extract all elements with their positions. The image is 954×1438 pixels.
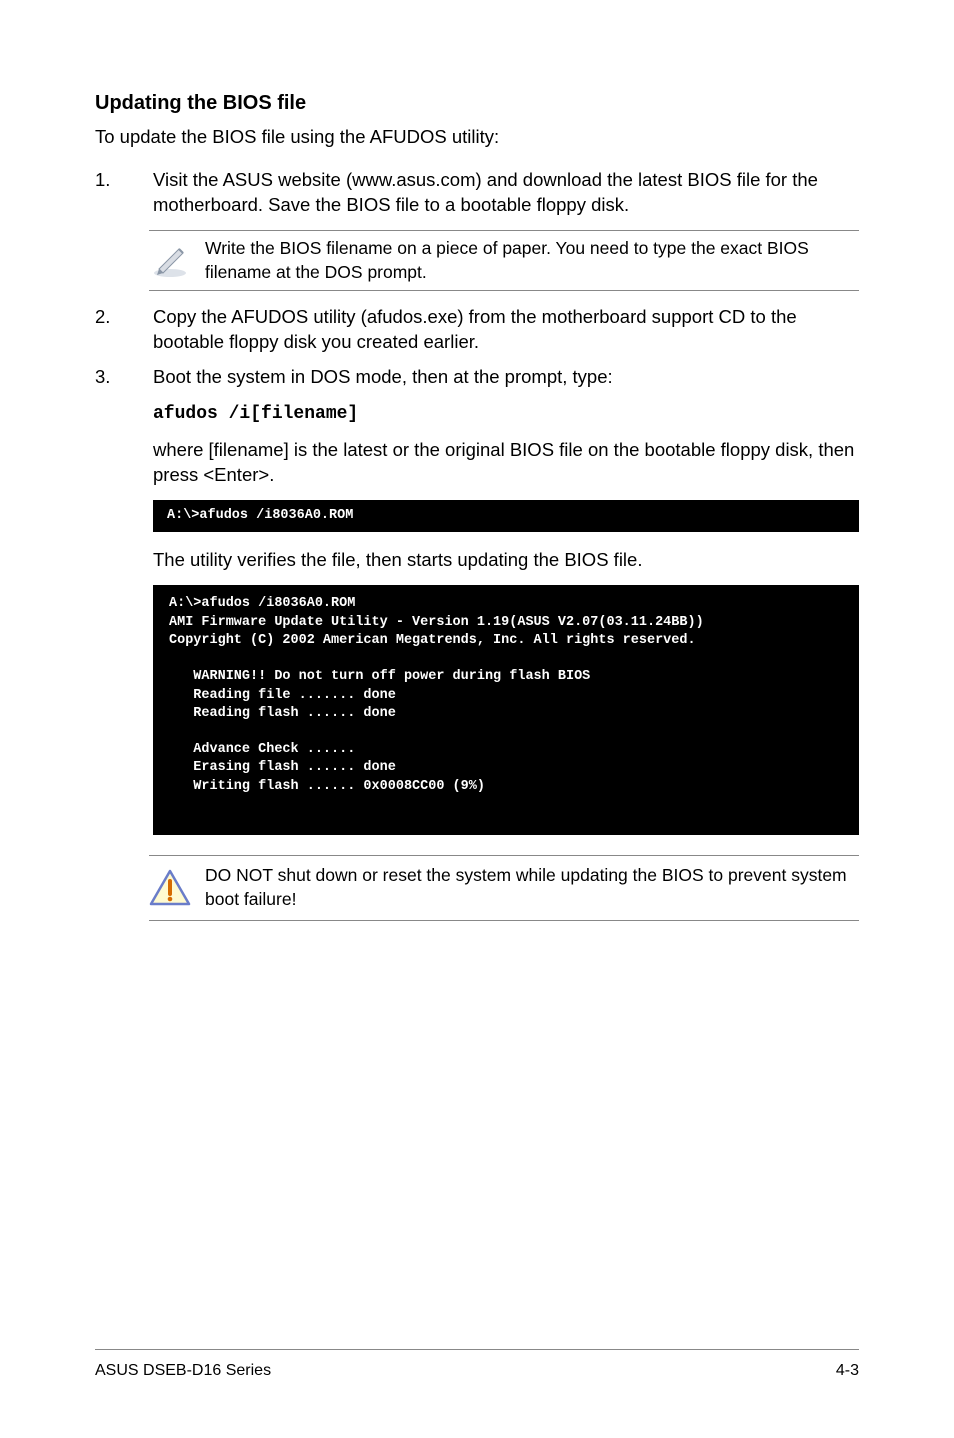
page-footer: ASUS DSEB-D16 Series 4-3 (95, 1349, 859, 1382)
warning-text: DO NOT shut down or reset the system whi… (205, 864, 859, 911)
terminal-output-small: A:\>afudos /i8036A0.ROM (153, 500, 859, 532)
where-text: where [filename] is the latest or the or… (153, 438, 859, 488)
step-1: 1. Visit the ASUS website (www.asus.com)… (95, 168, 859, 218)
step-2-text: Copy the AFUDOS utility (afudos.exe) fro… (153, 305, 859, 355)
command-line: afudos /i[filename] (153, 404, 358, 424)
step-2-number: 2. (95, 305, 153, 355)
step-3-number: 3. (95, 365, 153, 390)
footer-product: ASUS DSEB-D16 Series (95, 1360, 271, 1382)
verify-text: The utility verifies the file, then star… (153, 548, 859, 573)
terminal-output-large: A:\>afudos /i8036A0.ROM AMI Firmware Upd… (153, 585, 859, 835)
footer-page-number: 4-3 (836, 1360, 859, 1382)
note-box: Write the BIOS filename on a piece of pa… (149, 230, 859, 291)
intro-text: To update the BIOS file using the AFUDOS… (95, 125, 859, 150)
step-3-text: Boot the system in DOS mode, then at the… (153, 365, 859, 390)
section-heading: Updating the BIOS file (95, 90, 859, 117)
step-2: 2. Copy the AFUDOS utility (afudos.exe) … (95, 305, 859, 355)
step-3: 3. Boot the system in DOS mode, then at … (95, 365, 859, 390)
step-1-text: Visit the ASUS website (www.asus.com) an… (153, 168, 859, 218)
steps-list-cont: 2. Copy the AFUDOS utility (afudos.exe) … (95, 305, 859, 390)
note-text: Write the BIOS filename on a piece of pa… (205, 237, 859, 284)
warning-box: DO NOT shut down or reset the system whi… (149, 855, 859, 920)
warning-icon (149, 868, 205, 908)
step-1-number: 1. (95, 168, 153, 218)
steps-list: 1. Visit the ASUS website (www.asus.com)… (95, 168, 859, 218)
pencil-icon (149, 237, 205, 279)
